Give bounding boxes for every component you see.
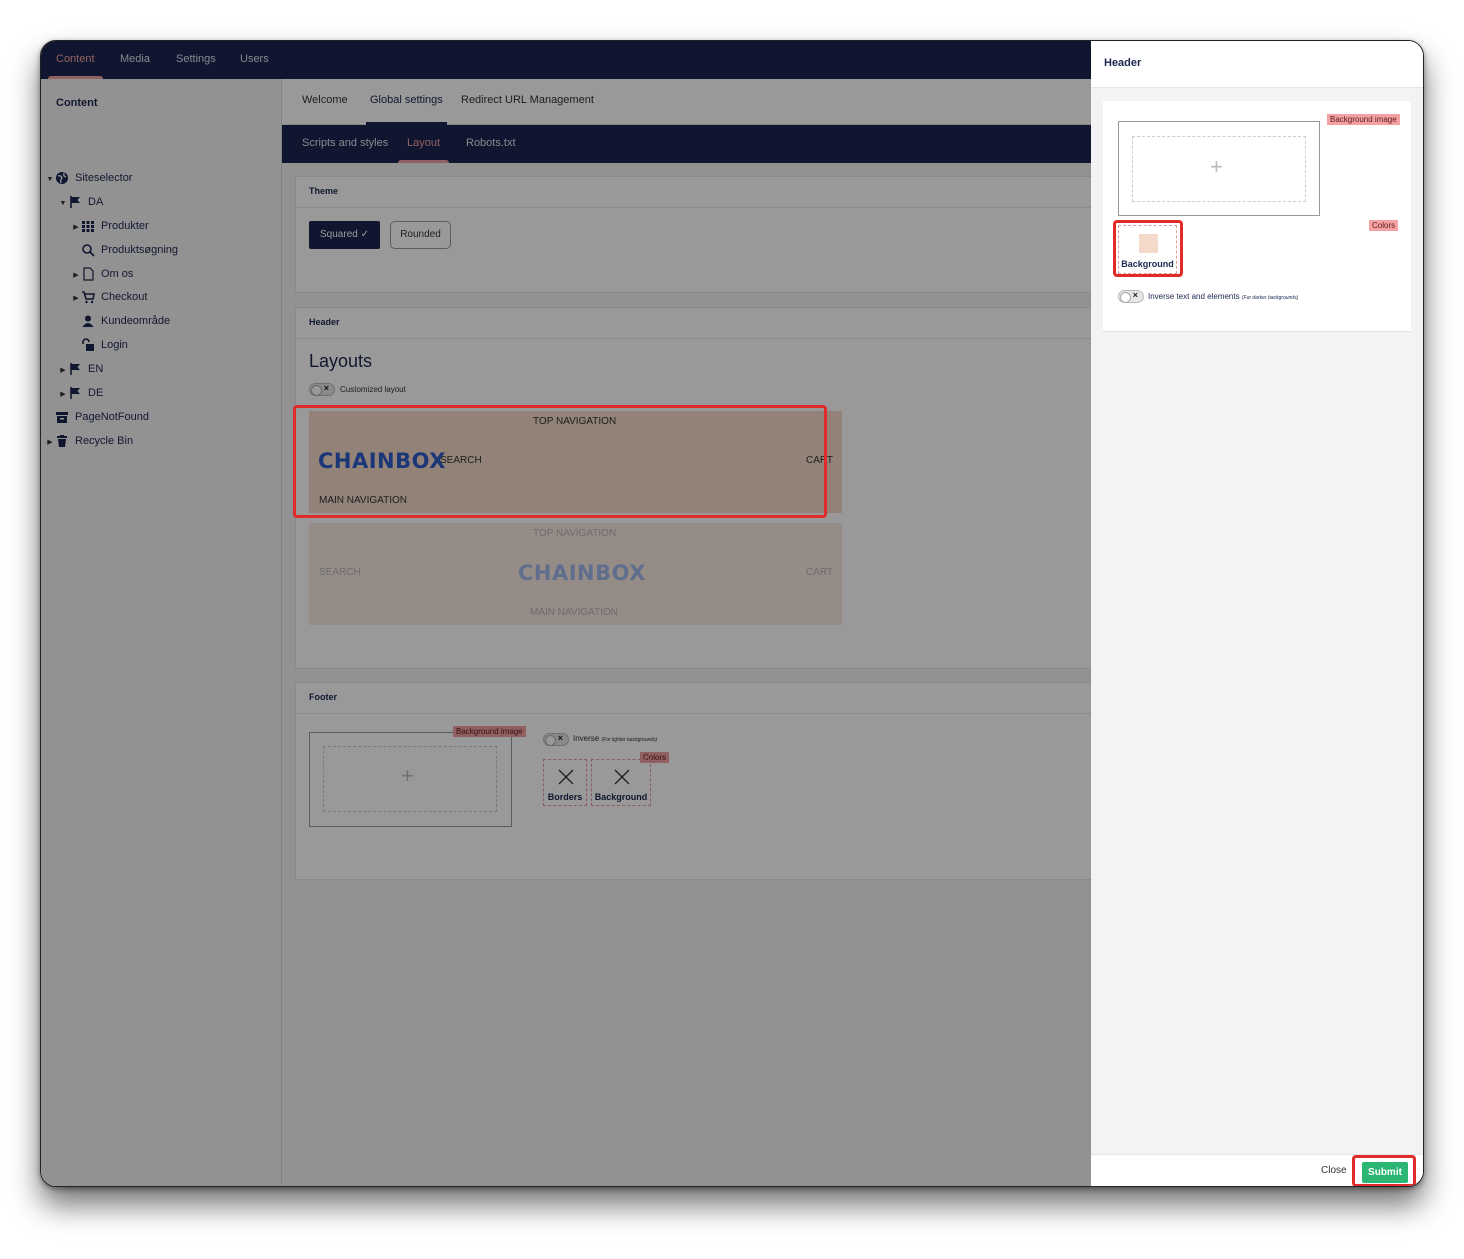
highlight-submit — [1352, 1155, 1416, 1186]
highlight-layout-option-1 — [293, 405, 827, 518]
cms-app: Content Media Settings Users Content ▼ Si… — [41, 41, 1104, 1186]
header-settings-drawer: Header Background image + Colors Backgro… — [1091, 41, 1423, 1186]
close-button[interactable]: Close — [1321, 1165, 1347, 1176]
drawer-background-image-picker[interactable]: + — [1118, 121, 1320, 216]
drawer-footer: Close Submit — [1091, 1154, 1423, 1186]
highlight-background-color — [1113, 220, 1183, 277]
drawer-inverse-label: Inverse text and elements (For darker ba… — [1148, 292, 1299, 301]
drawer-inverse-toggle[interactable]: × — [1118, 290, 1144, 303]
drawer-title: Header — [1104, 57, 1142, 69]
drawer-background-image-tag: Background image — [1327, 114, 1400, 125]
modal-backdrop[interactable] — [41, 41, 1091, 1186]
drawer-colors-tag: Colors — [1369, 220, 1399, 231]
plus-icon: + — [1210, 154, 1223, 179]
drawer-card: Background image + Colors Background × I… — [1103, 101, 1411, 332]
browser-window: Content Media Settings Users Content ▼ Si… — [40, 40, 1424, 1187]
